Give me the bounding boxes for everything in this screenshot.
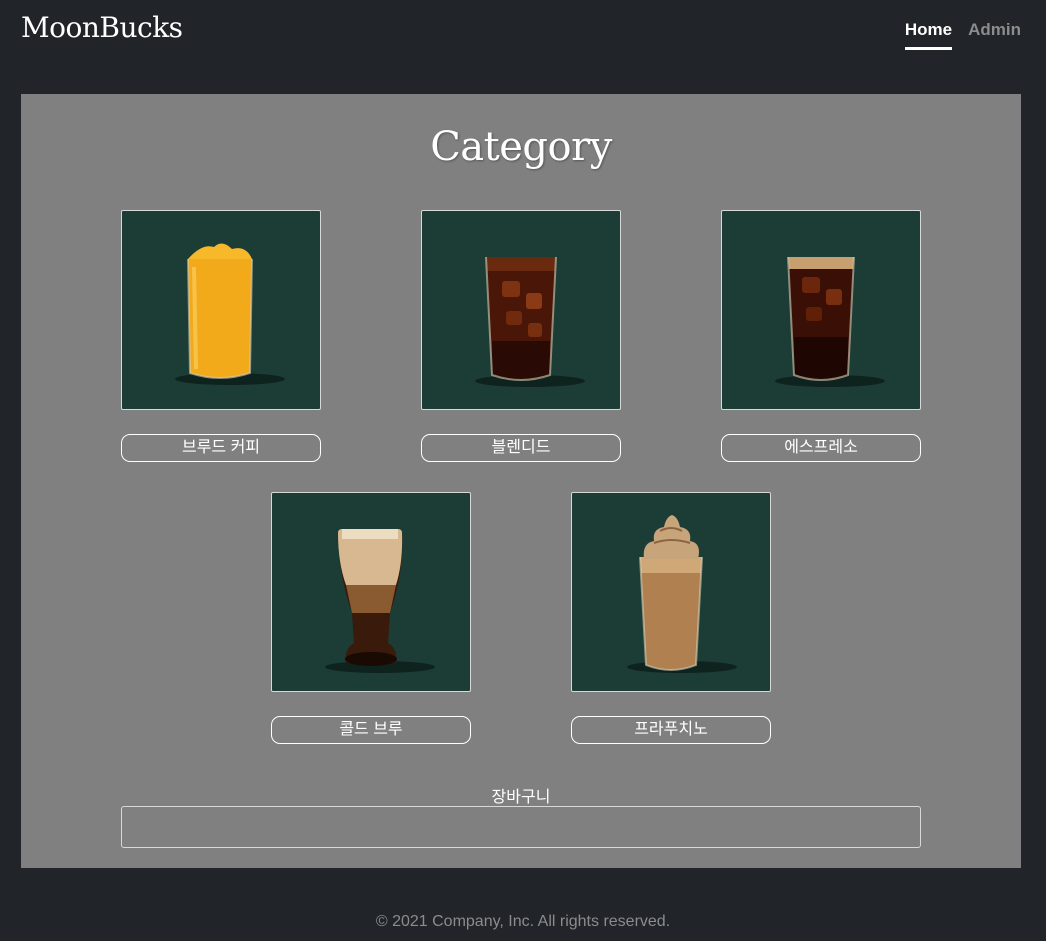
category-card: 프라푸치노 [571,492,771,744]
category-button-blended[interactable]: 블렌디드 [421,434,621,462]
category-button-frappuccino[interactable]: 프라푸치노 [571,716,771,744]
category-card: 블렌디드 [421,210,621,462]
iced-americano-drink-image[interactable] [721,210,921,410]
category-button-cold-brew[interactable]: 콜드 브루 [271,716,471,744]
category-card: 에스프레소 [721,210,921,462]
category-button-brewed-coffee[interactable]: 브루드 커피 [121,434,321,462]
frappuccino-drink-image[interactable] [571,492,771,692]
page-title: Category [430,124,612,170]
cart-label: 장바구니 [491,789,551,806]
nav-home-link[interactable]: Home [904,20,953,50]
category-panel: Category 브루드 커피 블렌디드 에스프레소 콜드 브루 프라푸치노 장… [21,94,1021,868]
cold-brew-drink-image[interactable] [271,492,471,692]
category-button-espresso[interactable]: 에스프레소 [721,434,921,462]
iced-coffee-drink-image[interactable] [421,210,621,410]
category-card: 브루드 커피 [121,210,321,462]
mango-smoothie-drink-image[interactable] [121,210,321,410]
header: MoonBucks Home Admin [0,0,1046,62]
nav-bar: Home Admin [904,20,1021,50]
category-card: 콜드 브루 [271,492,471,744]
footer-copyright: © 2021 Company, Inc. All rights reserved… [375,913,671,930]
nav-admin-link[interactable]: Admin [968,20,1021,50]
brand-logo[interactable]: MoonBucks [21,11,183,44]
cart-box[interactable] [121,806,921,848]
